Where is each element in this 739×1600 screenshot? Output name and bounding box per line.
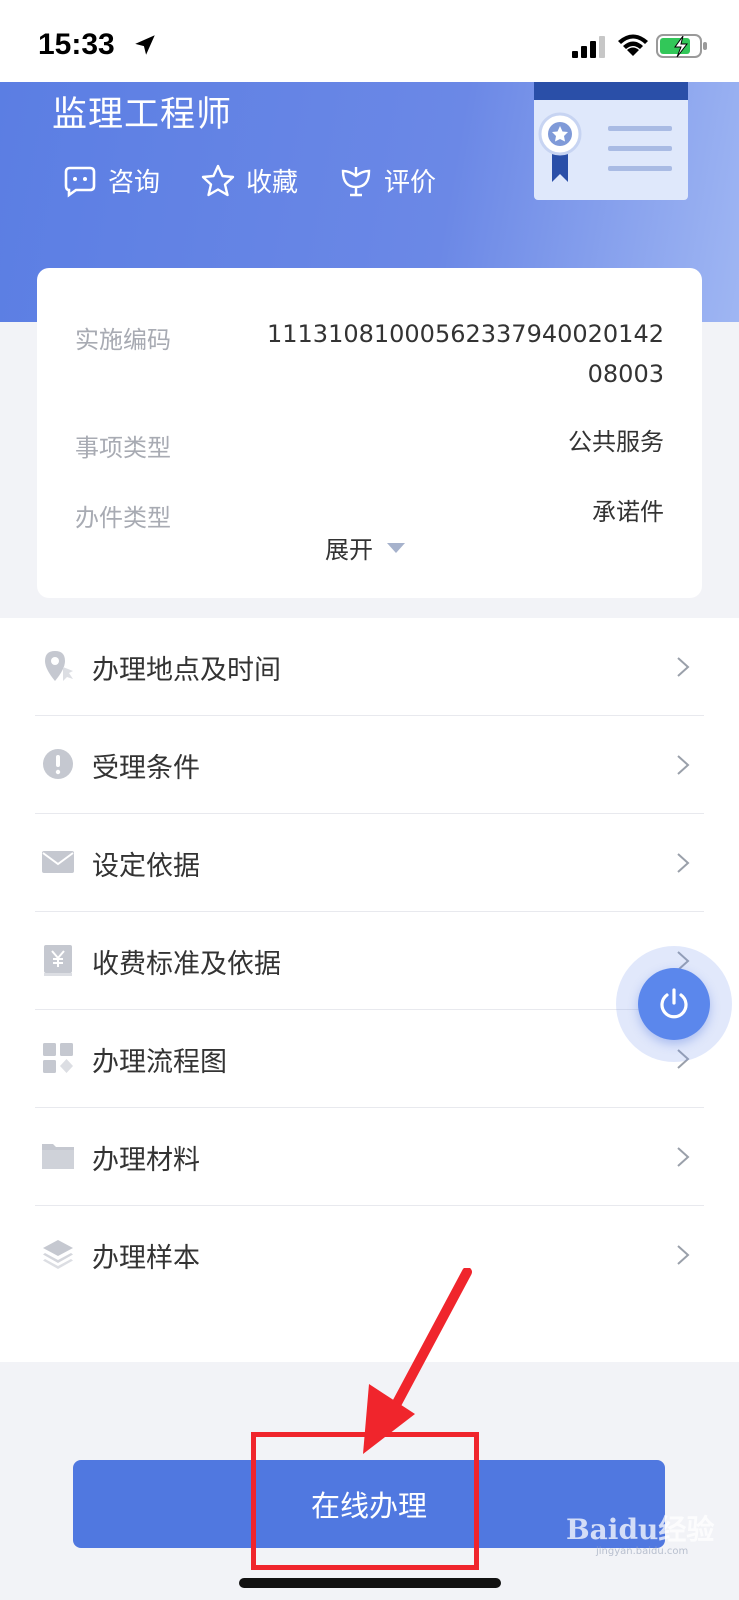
info-label: 事项类型: [75, 434, 171, 462]
menu-item-fees[interactable]: 收费标准及依据: [35, 912, 704, 1010]
chevron-right-icon: [677, 853, 690, 873]
power-icon: [660, 988, 688, 1019]
status-time: 15:33: [38, 28, 115, 61]
flow-icon: [43, 1043, 73, 1073]
menu-item-label: 受理条件: [92, 753, 200, 784]
battery-charging-icon: [656, 34, 707, 58]
chevron-right-icon: [677, 657, 690, 677]
menu-item-conditions[interactable]: 受理条件: [35, 716, 704, 814]
page-title: 监理工程师: [52, 95, 233, 135]
mail-icon: [42, 851, 74, 873]
location-icon: [45, 651, 73, 681]
watermark-url: jingyan.baidu.com: [596, 1546, 689, 1557]
chevron-right-icon: [677, 1147, 690, 1167]
menu-item-flowchart[interactable]: 办理流程图: [35, 1010, 704, 1108]
rate-icon: [341, 166, 371, 196]
hero-actions: 咨询 收藏 评价: [62, 162, 436, 199]
floating-button-core: [638, 968, 710, 1040]
info-value: 公共服务: [568, 428, 664, 456]
chevron-right-icon: [677, 755, 690, 775]
expand-label: 展开: [325, 536, 373, 564]
info-value-line: 08003: [587, 360, 664, 388]
status-bar: 15:33: [0, 0, 739, 82]
chat-icon: [64, 166, 96, 198]
consult-button[interactable]: 咨询: [62, 162, 160, 199]
layers-icon: [43, 1240, 73, 1269]
folder-icon: [42, 1144, 74, 1169]
info-label: 实施编码: [75, 326, 171, 354]
wifi-icon: [618, 34, 648, 56]
info-value: 承诺件: [592, 498, 664, 526]
menu-item-basis[interactable]: 设定依据: [35, 814, 704, 912]
caret-down-icon: [387, 542, 405, 553]
menu-item-label: 办理样本: [92, 1243, 200, 1274]
expand-toggle[interactable]: 展开: [325, 530, 405, 565]
annotation-highlight-box: [251, 1432, 479, 1570]
star-icon: [201, 164, 235, 196]
menu-item-label: 办理材料: [92, 1145, 200, 1176]
cellular-signal-icon: [572, 36, 605, 58]
home-indicator: [239, 1578, 501, 1588]
menu-item-materials[interactable]: 办理材料: [35, 1108, 704, 1206]
rate-button[interactable]: 评价: [338, 162, 436, 199]
watermark-logo: Baidu经验: [566, 1513, 715, 1546]
location-arrow-icon: [135, 35, 155, 55]
floating-power-button[interactable]: [616, 946, 732, 1062]
chevron-right-icon: [677, 1245, 690, 1265]
rate-label: 评价: [384, 168, 437, 198]
menu-item-label: 收费标准及依据: [92, 949, 281, 980]
alert-icon: [43, 749, 73, 779]
info-row-type: 事项类型 公共服务: [75, 428, 664, 468]
info-label: 办件类型: [75, 504, 171, 532]
menu-item-label: 办理流程图: [92, 1047, 227, 1078]
menu-item-label: 设定依据: [92, 851, 200, 882]
menu-item-label: 办理地点及时间: [92, 655, 281, 686]
menu-item-location-time[interactable]: 办理地点及时间: [35, 618, 704, 716]
fee-icon: [44, 945, 72, 976]
info-card: 实施编码 11131081000562337940020142 08003 事项…: [37, 268, 702, 598]
consult-label: 咨询: [108, 168, 161, 198]
certificate-illustration: [534, 82, 688, 200]
info-value-line: 11131081000562337940020142: [266, 320, 664, 348]
info-value: 11131081000562337940020142 08003: [267, 314, 664, 394]
favorite-button[interactable]: 收藏: [200, 162, 298, 199]
info-row-code: 实施编码 11131081000562337940020142 08003: [75, 320, 664, 400]
favorite-label: 收藏: [246, 168, 299, 198]
